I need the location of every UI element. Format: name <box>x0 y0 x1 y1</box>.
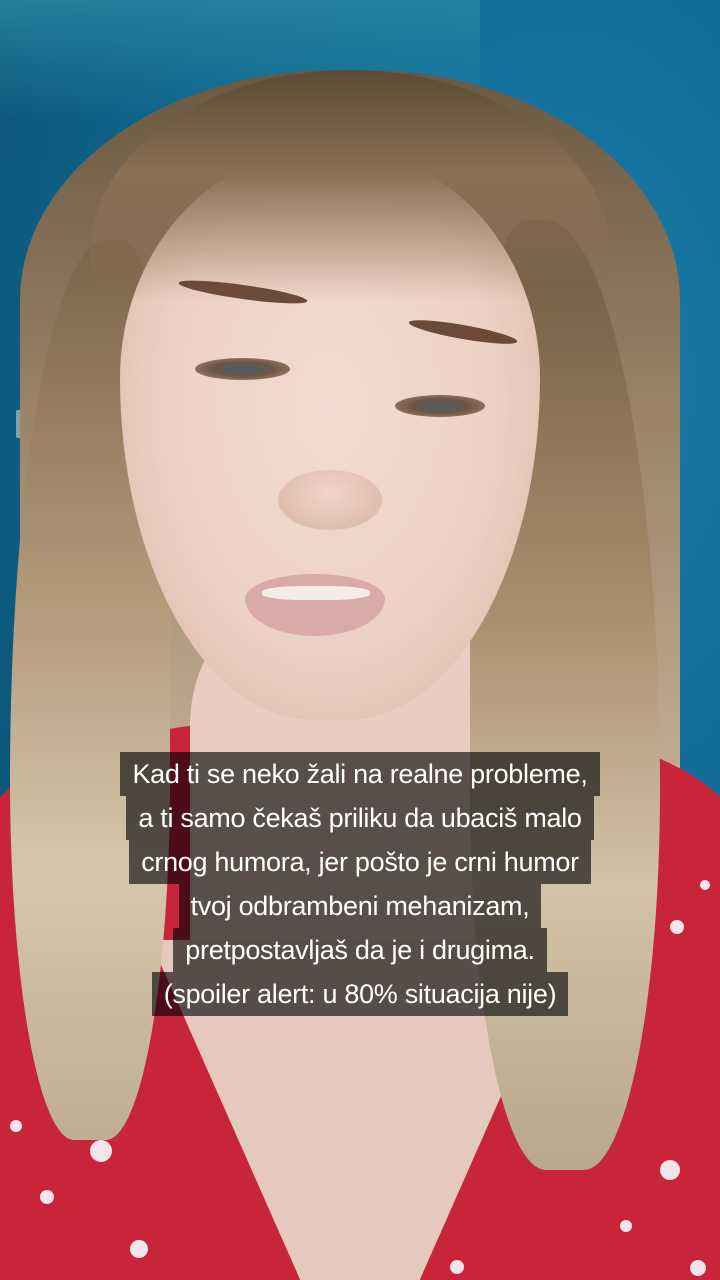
dress-dot <box>130 1240 148 1258</box>
left-eye <box>195 358 290 380</box>
dress-dot <box>660 1160 680 1180</box>
dress-dot <box>620 1220 632 1232</box>
caption-line: Kad ti se neko žali na realne probleme, <box>120 752 600 796</box>
caption-line: a ti samo čekaš priliku da ubaciš malo <box>126 796 594 840</box>
dress-dot <box>40 1190 54 1204</box>
dress-dot <box>90 1140 112 1162</box>
caption-line: tvoj odbrambeni mehanizam, <box>178 884 542 928</box>
video-frame[interactable]: Kad ti se neko žali na realne probleme, … <box>0 0 720 1280</box>
dress-dot <box>690 1260 706 1276</box>
caption-line: crnog humora, jer pošto je crni humor <box>129 840 591 884</box>
dress-dot <box>10 1120 22 1132</box>
right-eye <box>395 395 485 417</box>
dress-dot <box>450 1260 464 1274</box>
teeth <box>262 586 370 600</box>
nose <box>278 470 382 530</box>
caption-line: (spoiler alert: u 80% situacija nije) <box>151 972 569 1016</box>
caption-line: pretpostavljaš da je i drugima. <box>173 928 547 972</box>
caption-overlay: Kad ti se neko žali na realne probleme, … <box>0 752 720 1016</box>
